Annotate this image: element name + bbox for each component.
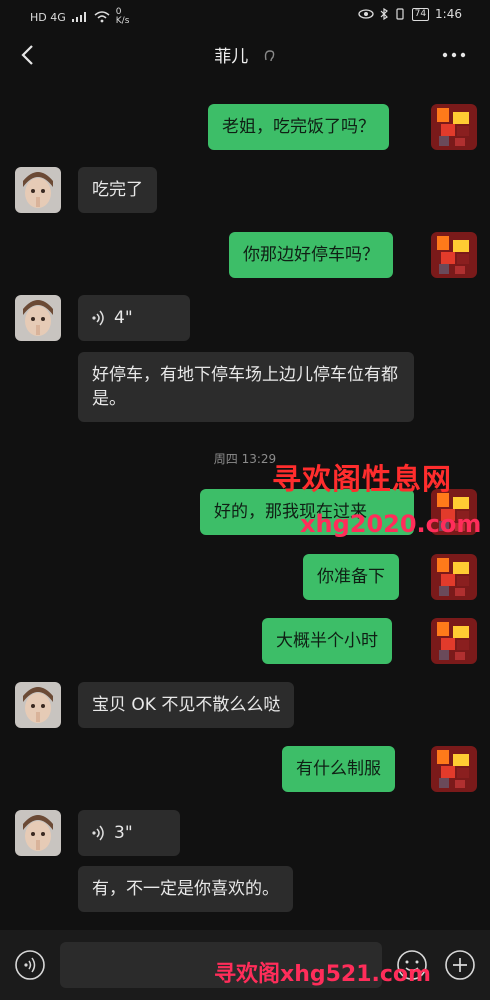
network-label: HD 4G [30,10,66,24]
contact-avatar-image [15,682,61,728]
status-bar: HD 4G 0 K/s 74 1:46 [0,0,490,32]
more-options-icon[interactable] [442,52,466,58]
message-bubble-in[interactable]: 吃完了 [78,167,157,213]
voice-message[interactable]: 4" [78,295,190,341]
my-avatar[interactable] [431,554,477,600]
my-avatar[interactable] [431,232,477,278]
contact-avatar[interactable] [15,167,61,213]
battery-level: 74 [411,7,430,21]
message-bubble-out[interactable]: 有什么制服 [282,746,395,792]
message-bubble-out[interactable]: 你准备下 [303,554,399,600]
status-left: HD 4G 0 K/s [30,8,129,26]
ear-icon [264,50,274,62]
message-bubble-in[interactable]: 好停车，有地下停车场上边儿停车位有都是。 [78,352,414,422]
pixelated-avatar-image [431,746,477,792]
wifi-icon [94,11,110,23]
bluetooth-icon [380,8,388,20]
watermark-bottom: 寻欢阁xhg521.com [214,962,431,987]
net-speed: 0 K/s [116,8,130,26]
message-bubble-out[interactable]: 你那边好停车吗？ [229,232,393,278]
clock: 1:46 [435,7,462,21]
voice-wave-icon [92,310,104,326]
contact-avatar[interactable] [15,682,61,728]
voice-message[interactable]: 3" [78,810,180,856]
my-avatar[interactable] [431,746,477,792]
contact-avatar-image [15,167,61,213]
watermark-text: 寻欢阁性息网 [272,462,453,496]
watermark-url: xhg2020.com [300,510,482,538]
message-bubble-in[interactable]: 宝贝 OK 不见不散么么哒 [78,682,295,728]
pixelated-avatar-image [431,232,477,278]
voice-duration: 3" [114,823,133,843]
status-right: 74 1:46 [357,7,462,21]
voice-input-icon[interactable] [14,949,46,981]
my-avatar[interactable] [431,618,477,664]
contact-avatar[interactable] [15,295,61,341]
chat-title: 菲儿 [214,47,249,67]
message-bubble-out[interactable]: 老姐，吃完饭了吗？ [208,104,389,150]
voice-duration: 4" [114,308,133,328]
voice-wave-icon [92,825,104,841]
eye-icon [357,9,374,19]
pixelated-avatar-image [431,618,477,664]
contact-avatar-image [15,295,61,341]
contact-avatar[interactable] [15,810,61,856]
chat-header: 菲儿 [0,32,490,88]
contact-avatar-image [15,810,61,856]
message-bubble-in[interactable]: 有，不一定是你喜欢的。 [78,866,293,912]
message-bubble-out[interactable]: 大概半个小时 [262,618,392,664]
pixelated-avatar-image [431,104,477,150]
signal-icon [71,12,86,22]
add-icon[interactable] [444,949,476,981]
chat-title-wrap: 菲儿 [0,42,490,67]
my-avatar[interactable] [431,104,477,150]
pixelated-avatar-image [431,554,477,600]
net-speed-unit: K/s [115,16,130,26]
vibrate-icon [395,8,404,20]
